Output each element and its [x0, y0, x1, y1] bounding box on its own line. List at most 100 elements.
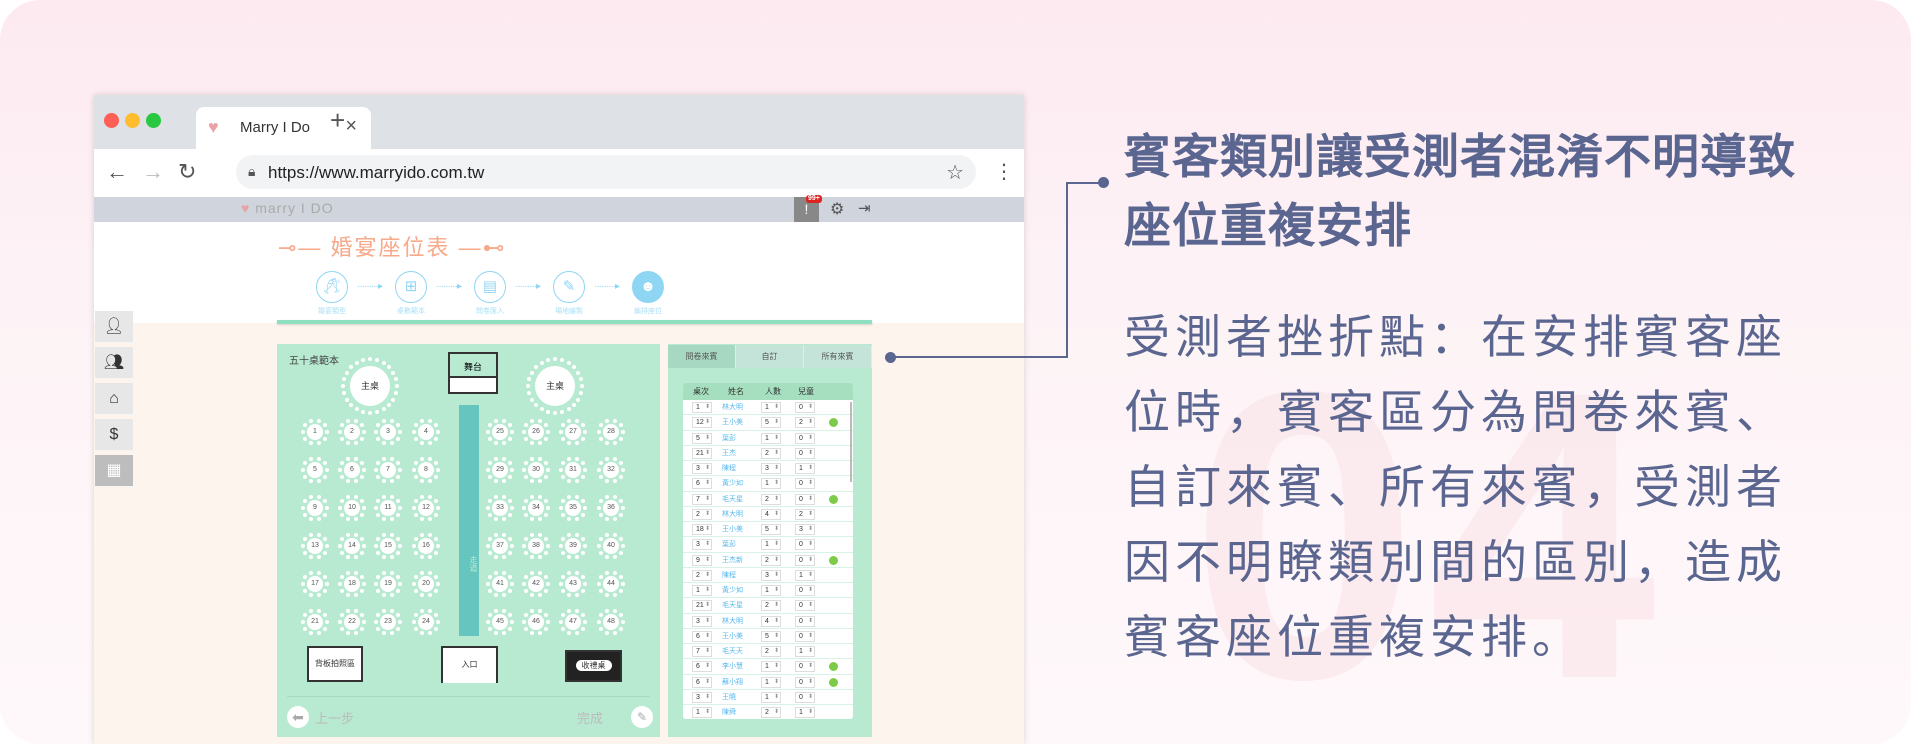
table-number-stepper[interactable]: 3 [692, 463, 712, 474]
round-table[interactable]: 26 [528, 424, 544, 440]
store-icon[interactable]: ⌂ [95, 383, 133, 415]
round-table[interactable]: 47 [565, 614, 581, 630]
guest-tab[interactable]: 自訂 [736, 345, 804, 368]
new-tab-icon[interactable]: + [330, 105, 345, 136]
guest-count-stepper[interactable]: 1 [761, 432, 781, 444]
round-table[interactable]: 43 [565, 576, 581, 592]
maximize-window-button[interactable] [146, 113, 161, 128]
guest-count-stepper[interactable]: 1 [761, 661, 781, 673]
kids-count-stepper[interactable]: 2 [795, 417, 815, 429]
checklist-icon[interactable]: ✎ [631, 706, 653, 728]
kids-count-stepper[interactable]: 1 [795, 646, 815, 657]
guest-name-link[interactable]: 王曉 [722, 692, 736, 702]
main-table[interactable]: 主桌 [350, 366, 390, 406]
kids-count-stepper[interactable]: 0 [795, 585, 815, 596]
round-table[interactable]: 2 [344, 424, 360, 440]
guest-name-link[interactable]: 王小美 [722, 417, 743, 427]
round-table[interactable]: 44 [603, 576, 619, 592]
back-arrow-icon[interactable]: ⬅ [287, 706, 309, 728]
kids-count-stepper[interactable]: 0 [795, 447, 815, 459]
table-number-stepper[interactable]: 21 [692, 600, 712, 612]
entrance[interactable]: 入口 [441, 646, 498, 683]
guest-tab[interactable]: 問卷來賓 [668, 345, 736, 368]
guest-name-link[interactable]: 黃少如 [722, 478, 743, 488]
table-number-stepper[interactable]: 3 [692, 691, 712, 703]
guest-name-link[interactable]: 王杰新 [722, 555, 743, 565]
kids-count-stepper[interactable]: 0 [795, 600, 815, 612]
guest-count-stepper[interactable]: 5 [761, 417, 781, 429]
table-number-stepper[interactable]: 21 [692, 447, 712, 459]
guest-count-stepper[interactable]: 1 [761, 585, 781, 596]
kids-count-stepper[interactable]: 0 [795, 691, 815, 703]
round-table[interactable]: 42 [528, 576, 544, 592]
guest-name-link[interactable]: 林大明 [722, 616, 743, 626]
guest-tab[interactable]: 所有來賓 [804, 345, 872, 368]
round-table[interactable]: 24 [418, 614, 434, 630]
logout-icon[interactable]: ⇥ [858, 199, 871, 217]
kids-count-stepper[interactable]: 0 [795, 615, 815, 627]
money-bag-icon[interactable]: $ [95, 419, 133, 451]
round-table[interactable]: 1 [307, 424, 323, 440]
guest-name-link[interactable]: 毛天星 [722, 494, 743, 504]
kids-count-stepper[interactable]: 0 [795, 539, 815, 551]
round-table[interactable]: 35 [565, 500, 581, 516]
table-number-stepper[interactable]: 1 [692, 707, 712, 718]
round-table[interactable]: 14 [344, 538, 360, 554]
kebab-menu-icon[interactable]: ⋮ [994, 159, 1014, 184]
stage[interactable]: 舞台 [448, 352, 498, 394]
guest-count-stepper[interactable]: 1 [761, 402, 781, 413]
kids-count-stepper[interactable]: 0 [795, 554, 815, 566]
star-icon[interactable]: ☆ [946, 160, 964, 185]
guest-count-stepper[interactable]: 2 [761, 554, 781, 566]
round-table[interactable]: 25 [492, 424, 508, 440]
kids-count-stepper[interactable]: 1 [795, 569, 815, 581]
guest-count-stepper[interactable]: 3 [761, 569, 781, 581]
round-table[interactable]: 21 [307, 614, 323, 630]
guest-count-stepper[interactable]: 4 [761, 508, 781, 520]
round-table[interactable]: 7 [380, 462, 396, 478]
round-table[interactable]: 17 [307, 576, 323, 592]
document-icon[interactable]: ▤ [474, 271, 506, 303]
guest-name-link[interactable]: 陳程 [722, 570, 736, 580]
gift-table[interactable]: 收禮桌 [565, 650, 622, 682]
table-number-stepper[interactable]: 9 [692, 554, 712, 566]
round-table[interactable]: 46 [528, 614, 544, 630]
table-number-stepper[interactable]: 6 [692, 630, 712, 642]
round-table[interactable]: 39 [565, 538, 581, 554]
round-table[interactable]: 29 [492, 462, 508, 478]
guest-name-link[interactable]: 葉彭 [722, 433, 736, 443]
url-field[interactable]: 🔒︎ https://www.marryido.com.tw ☆ [236, 155, 976, 189]
round-table[interactable]: 28 [603, 424, 619, 440]
guest-count-stepper[interactable]: 5 [761, 630, 781, 642]
guest-count-stepper[interactable]: 2 [761, 646, 781, 657]
round-table[interactable]: 5 [307, 462, 323, 478]
round-table[interactable]: 40 [603, 538, 619, 554]
round-table[interactable]: 20 [418, 576, 434, 592]
kids-count-stepper[interactable]: 1 [795, 707, 815, 718]
round-table[interactable]: 27 [565, 424, 581, 440]
table-number-stepper[interactable]: 6 [692, 478, 712, 490]
table-icon[interactable]: ⊞ [395, 271, 427, 303]
kids-count-stepper[interactable]: 3 [795, 524, 815, 535]
back-arrow-icon[interactable]: ← [106, 159, 128, 185]
round-table[interactable]: 33 [492, 500, 508, 516]
guest-count-stepper[interactable]: 2 [761, 600, 781, 612]
round-table[interactable]: 45 [492, 614, 508, 630]
round-table[interactable]: 6 [344, 462, 360, 478]
guest-count-stepper[interactable]: 2 [761, 447, 781, 459]
kids-count-stepper[interactable]: 0 [795, 630, 815, 642]
minimize-window-button[interactable] [125, 113, 140, 128]
guest-name-link[interactable]: 王小美 [722, 524, 743, 534]
guest-name-link[interactable]: 葉彭 [722, 539, 736, 549]
round-table[interactable]: 38 [528, 538, 544, 554]
round-table[interactable]: 16 [418, 538, 434, 554]
guest-name-link[interactable]: 王小美 [722, 631, 743, 641]
gear-icon[interactable]: ⚙ [830, 199, 844, 219]
kids-count-stepper[interactable]: 0 [795, 478, 815, 490]
table-number-stepper[interactable]: 2 [692, 569, 712, 581]
notification-icon[interactable]: ! 99+ [794, 195, 822, 222]
table-number-stepper[interactable]: 3 [692, 539, 712, 551]
guest-name-link[interactable]: 陳程 [722, 463, 736, 473]
round-table[interactable]: 4 [418, 424, 434, 440]
guest-name-link[interactable]: 李小慧 [722, 661, 743, 671]
